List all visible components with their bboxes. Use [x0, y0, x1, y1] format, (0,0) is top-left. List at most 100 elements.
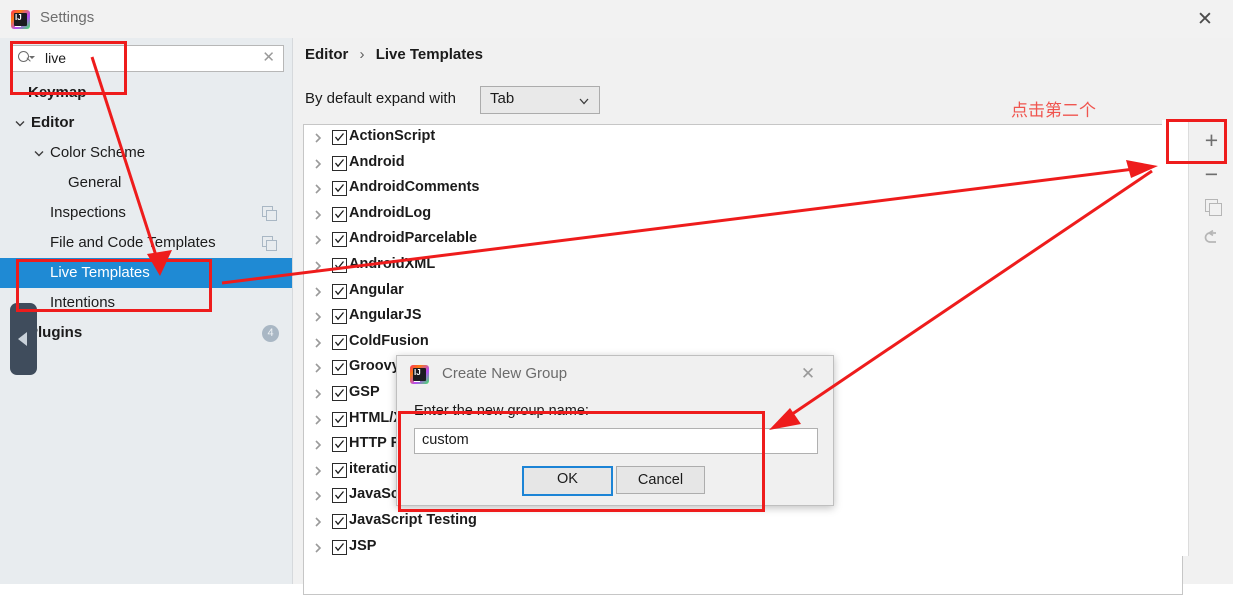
sidebar-item-label: Keymap	[28, 84, 87, 101]
list-item[interactable]: AndroidLog	[304, 202, 1182, 228]
chevron-right-icon[interactable]	[312, 260, 324, 272]
chevron-right-icon[interactable]	[312, 490, 324, 502]
sidebar-item-keymap[interactable]: Keymap	[0, 78, 292, 108]
chevron-right-icon[interactable]	[312, 311, 324, 323]
sidebar-item-inspections[interactable]: Inspections	[0, 198, 292, 228]
add-template-button[interactable]: +	[1189, 124, 1233, 156]
chevron-right-icon[interactable]	[312, 362, 324, 374]
list-item-label: AndroidXML	[349, 255, 436, 272]
list-item-label: Android	[349, 153, 405, 170]
close-icon[interactable]: ✕	[799, 365, 817, 383]
list-item-label: Groovy	[349, 358, 400, 375]
checkbox[interactable]	[332, 309, 347, 325]
checkbox[interactable]	[332, 462, 347, 478]
list-item[interactable]: AndroidParcelable	[304, 227, 1182, 253]
sidebar-item-general[interactable]: General	[0, 168, 292, 198]
sidebar-item-label: Inspections	[50, 204, 126, 221]
list-item-label: AndroidComments	[349, 179, 480, 196]
checkbox[interactable]	[332, 155, 347, 171]
dialog-prompt-label: Enter the new group name:	[414, 403, 589, 419]
list-item[interactable]: AndroidComments	[304, 176, 1182, 202]
ok-button[interactable]: OK	[522, 466, 613, 496]
list-item-label: ActionScript	[349, 128, 436, 144]
list-item[interactable]: Android	[304, 151, 1182, 177]
checkbox[interactable]	[332, 513, 347, 529]
chevron-right-icon[interactable]	[312, 132, 324, 144]
sidebar-item-intentions[interactable]: Intentions	[0, 288, 292, 318]
chevron-down-icon[interactable]	[14, 117, 26, 129]
templates-toolbar: + −	[1188, 120, 1233, 556]
checkbox[interactable]	[332, 232, 347, 248]
settings-sidebar: live ✕ Keymap Editor Color Scheme Genera…	[0, 38, 293, 584]
expand-with-value: Tab	[490, 90, 515, 107]
chevron-right-icon[interactable]	[312, 337, 324, 349]
chevron-right-icon[interactable]	[312, 439, 324, 451]
checkbox[interactable]	[332, 206, 347, 222]
revert-template-button[interactable]	[1189, 222, 1233, 254]
checkbox[interactable]	[332, 360, 347, 376]
window-titlebar: IJ Settings ✕	[0, 0, 1233, 39]
sidebar-item-color-scheme[interactable]: Color Scheme	[0, 138, 292, 168]
chevron-right-icon[interactable]	[312, 388, 324, 400]
sidebar-item-label: Color Scheme	[50, 144, 146, 161]
sidebar-item-label: Editor	[31, 114, 75, 131]
list-item[interactable]: JavaScript Testing	[304, 509, 1182, 535]
chevron-right-icon[interactable]	[312, 286, 324, 298]
checkbox[interactable]	[332, 411, 347, 427]
chevron-right-icon[interactable]	[312, 414, 324, 426]
list-item[interactable]: ActionScript	[304, 125, 1182, 151]
chevron-right-icon[interactable]	[312, 158, 324, 170]
checkbox[interactable]	[332, 539, 347, 555]
chevron-down-icon[interactable]	[33, 147, 45, 159]
status-badge: 4	[262, 325, 279, 342]
chevron-right-icon[interactable]	[312, 209, 324, 221]
checkbox[interactable]	[332, 130, 347, 145]
copy-icon[interactable]	[262, 236, 277, 251]
checkbox[interactable]	[332, 283, 347, 299]
close-icon[interactable]: ✕	[1195, 10, 1215, 30]
breadcrumb-leaf: Live Templates	[375, 46, 483, 63]
chevron-right-icon[interactable]	[312, 465, 324, 477]
search-input[interactable]: live ✕	[10, 45, 284, 72]
checkbox[interactable]	[332, 385, 347, 401]
list-item-label: JSP	[349, 537, 377, 554]
breadcrumb-separator-icon: ›	[359, 46, 365, 63]
checkbox[interactable]	[332, 488, 347, 504]
expand-with-label: By default expand with	[305, 90, 456, 107]
list-item[interactable]: ColdFusion	[304, 330, 1182, 356]
clear-search-icon[interactable]: ✕	[262, 49, 275, 67]
chevron-right-icon[interactable]	[312, 542, 324, 554]
create-new-group-dialog: IJ Create New Group ✕ Enter the new grou…	[396, 355, 834, 506]
list-item[interactable]: Angular	[304, 279, 1182, 305]
sidebar-item-live-templates[interactable]: Live Templates	[0, 258, 292, 288]
collapse-sidebar-handle[interactable]	[10, 303, 37, 375]
list-item-label: GSP	[349, 383, 380, 400]
chevron-right-icon[interactable]	[312, 516, 324, 528]
chevron-right-icon[interactable]	[312, 234, 324, 246]
checkbox[interactable]	[332, 257, 347, 273]
group-name-input[interactable]: custom	[414, 428, 818, 454]
dialog-titlebar: IJ Create New Group ✕	[397, 356, 833, 393]
list-item[interactable]: JSP	[304, 535, 1182, 561]
list-item[interactable]: AngularJS	[304, 304, 1182, 330]
chevron-right-icon[interactable]	[312, 183, 324, 195]
sidebar-item-editor[interactable]: Editor	[0, 108, 292, 138]
list-item-label: Angular	[349, 281, 404, 298]
checkbox[interactable]	[332, 437, 347, 453]
cancel-button[interactable]: Cancel	[616, 466, 705, 494]
remove-template-button[interactable]: −	[1189, 158, 1233, 190]
checkbox[interactable]	[332, 334, 347, 350]
sidebar-item-plugins[interactable]: Plugins 4	[0, 318, 292, 348]
panel-gap	[1162, 120, 1188, 556]
list-item[interactable]: AndroidXML	[304, 253, 1182, 279]
copy-icon[interactable]	[262, 206, 277, 221]
sidebar-item-file-and-code-templates[interactable]: File and Code Templates	[0, 228, 292, 258]
expand-with-select[interactable]: Tab	[480, 86, 600, 114]
intellij-idea-logo-icon: IJ	[410, 365, 429, 384]
checkbox[interactable]	[332, 181, 347, 197]
breadcrumb-root[interactable]: Editor	[305, 46, 348, 63]
chevron-down-icon	[579, 97, 589, 106]
sidebar-item-label: File and Code Templates	[50, 234, 216, 251]
sidebar-item-label: Live Templates	[50, 264, 150, 281]
duplicate-template-button[interactable]	[1189, 190, 1233, 222]
